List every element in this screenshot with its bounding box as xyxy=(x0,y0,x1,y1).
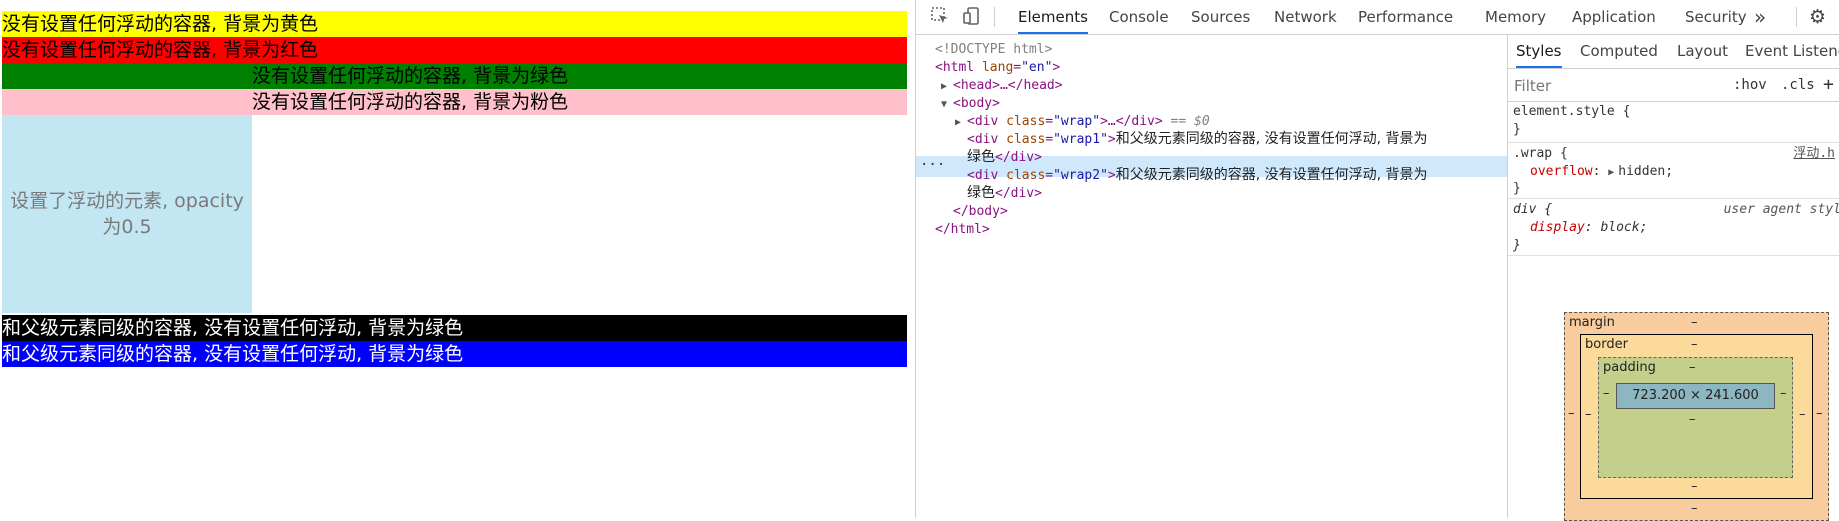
devtools-panel: Elements Console Sources Network Perform… xyxy=(915,0,1839,521)
styles-filter-input[interactable] xyxy=(1512,74,1728,97)
toolbar-separator xyxy=(994,7,995,27)
expand-triangle-icon[interactable]: ▶ xyxy=(1608,163,1618,183)
green-container-text: 没有设置任何浮动的容器, 背景为绿色 xyxy=(252,65,569,87)
gear-icon[interactable]: ⚙ xyxy=(1809,0,1826,34)
sibling-black-text: 和父级元素同级的容器, 没有设置任何浮动, 背景为绿色 xyxy=(2,317,464,339)
tab-console[interactable]: Console xyxy=(1109,0,1169,34)
margin-top-value[interactable]: – xyxy=(1691,315,1698,330)
styles-subtabs: Styles Computed Layout Event Listeners xyxy=(1508,35,1839,69)
device-toolbar-icon[interactable] xyxy=(960,6,984,28)
margin-left-value[interactable]: – xyxy=(1568,406,1575,421)
padding-bottom-value[interactable]: – xyxy=(1689,412,1696,427)
border-top-value[interactable]: – xyxy=(1691,337,1698,352)
margin-bottom-value[interactable]: – xyxy=(1691,501,1698,516)
dom-tree: ··· <!DOCTYPE html> <html lang="en"> ▶ <h… xyxy=(916,35,1507,518)
collapse-triangle-icon[interactable]: ▼ xyxy=(941,94,953,115)
border-left-value[interactable]: – xyxy=(1585,407,1592,422)
padding-left-value[interactable]: – xyxy=(1603,386,1610,401)
styles-filter-bar: :hov .cls + xyxy=(1508,69,1839,102)
tab-elements[interactable]: Elements xyxy=(1018,0,1088,34)
tab-application[interactable]: Application xyxy=(1572,0,1656,34)
box-model-margin[interactable]: margin – – – – border – – – – padding – … xyxy=(1564,312,1829,521)
yellow-container-text: 没有设置任何浮动的容器, 背景为黄色 xyxy=(2,13,319,35)
sibling-blue-container: 和父级元素同级的容器, 没有设置任何浮动, 背景为绿色 xyxy=(2,341,907,367)
padding-top-value[interactable]: – xyxy=(1689,360,1696,375)
expand-triangle-icon[interactable]: ▶ xyxy=(955,112,967,133)
padding-right-value[interactable]: – xyxy=(1780,386,1787,401)
box-model-border[interactable]: border – – – – padding – – – – 723.200 ×… xyxy=(1580,334,1813,499)
hov-toggle-button[interactable]: :hov xyxy=(1733,69,1767,101)
padding-label: padding xyxy=(1603,360,1656,375)
tab-performance[interactable]: Performance xyxy=(1358,0,1453,34)
box-model-padding[interactable]: padding – – – – 723.200 × 241.600 xyxy=(1598,357,1793,478)
tab-network[interactable]: Network xyxy=(1274,0,1337,34)
border-bottom-value[interactable]: – xyxy=(1691,479,1698,494)
tab-computed[interactable]: Computed xyxy=(1580,35,1658,68)
style-source-link[interactable]: 浮动.h xyxy=(1793,144,1835,164)
tab-memory[interactable]: Memory xyxy=(1485,0,1546,34)
cls-toggle-button[interactable]: .cls xyxy=(1781,69,1815,101)
toolbar-separator xyxy=(1796,7,1797,27)
float-element: 设置了浮动的元素, opacity为0.5 xyxy=(2,115,252,313)
pink-container-text: 没有设置任何浮动的容器, 背景为粉色 xyxy=(252,91,569,113)
border-right-value[interactable]: – xyxy=(1799,407,1806,422)
margin-label: margin xyxy=(1569,315,1615,330)
float-element-text: 设置了浮动的元素, opacity为0.5 xyxy=(10,190,244,238)
tab-event-listeners[interactable]: Event Listeners xyxy=(1745,35,1839,68)
user-agent-source: user agent styl xyxy=(1723,202,1839,217)
tab-layout[interactable]: Layout xyxy=(1677,35,1728,68)
tab-security[interactable]: Security xyxy=(1685,0,1747,34)
element-style-rule[interactable]: element.style { } xyxy=(1508,102,1839,143)
pink-container: 没有设置任何浮动的容器, 背景为粉色 xyxy=(2,89,907,115)
devtools-toolbar: Elements Console Sources Network Perform… xyxy=(916,0,1839,35)
sibling-blue-text: 和父级元素同级的容器, 没有设置任何浮动, 背景为绿色 xyxy=(2,343,464,365)
tab-styles[interactable]: Styles xyxy=(1516,35,1562,68)
border-label: border xyxy=(1585,337,1628,352)
rendered-page: 没有设置任何浮动的容器, 背景为黄色 没有设置任何浮动的容器, 背景为红色 没有… xyxy=(0,0,915,518)
margin-right-value[interactable]: – xyxy=(1816,406,1823,421)
display-declaration: display: block; xyxy=(1530,220,1648,235)
new-style-rule-button[interactable]: + xyxy=(1823,69,1834,101)
div-user-agent-rule[interactable]: div { user agent styl display: block; } xyxy=(1508,199,1839,256)
green-container: 没有设置任何浮动的容器, 背景为绿色 xyxy=(2,63,907,89)
sibling-black-container: 和父级元素同级的容器, 没有设置任何浮动, 背景为绿色 xyxy=(2,315,907,341)
red-container: 没有设置任何浮动的容器, 背景为红色 xyxy=(2,37,907,63)
styles-pane: Styles Computed Layout Event Listeners :… xyxy=(1507,35,1839,521)
red-container-text: 没有设置任何浮动的容器, 背景为红色 xyxy=(2,39,319,61)
yellow-container: 没有设置任何浮动的容器, 背景为黄色 xyxy=(2,11,907,37)
box-model-content-size[interactable]: 723.200 × 241.600 xyxy=(1616,383,1775,409)
overflow-declaration[interactable]: overflow: ▶ hidden; xyxy=(1530,162,1673,183)
html-close-node[interactable]: </html> xyxy=(935,219,990,240)
tab-sources[interactable]: Sources xyxy=(1191,0,1250,34)
node-actions-icon[interactable]: ··· xyxy=(920,156,945,175)
more-tabs-icon[interactable]: » xyxy=(1754,0,1766,34)
wrap-style-rule[interactable]: .wrap { 浮动.h overflow: ▶ hidden; } xyxy=(1508,143,1839,199)
inspect-element-icon[interactable] xyxy=(928,6,952,28)
